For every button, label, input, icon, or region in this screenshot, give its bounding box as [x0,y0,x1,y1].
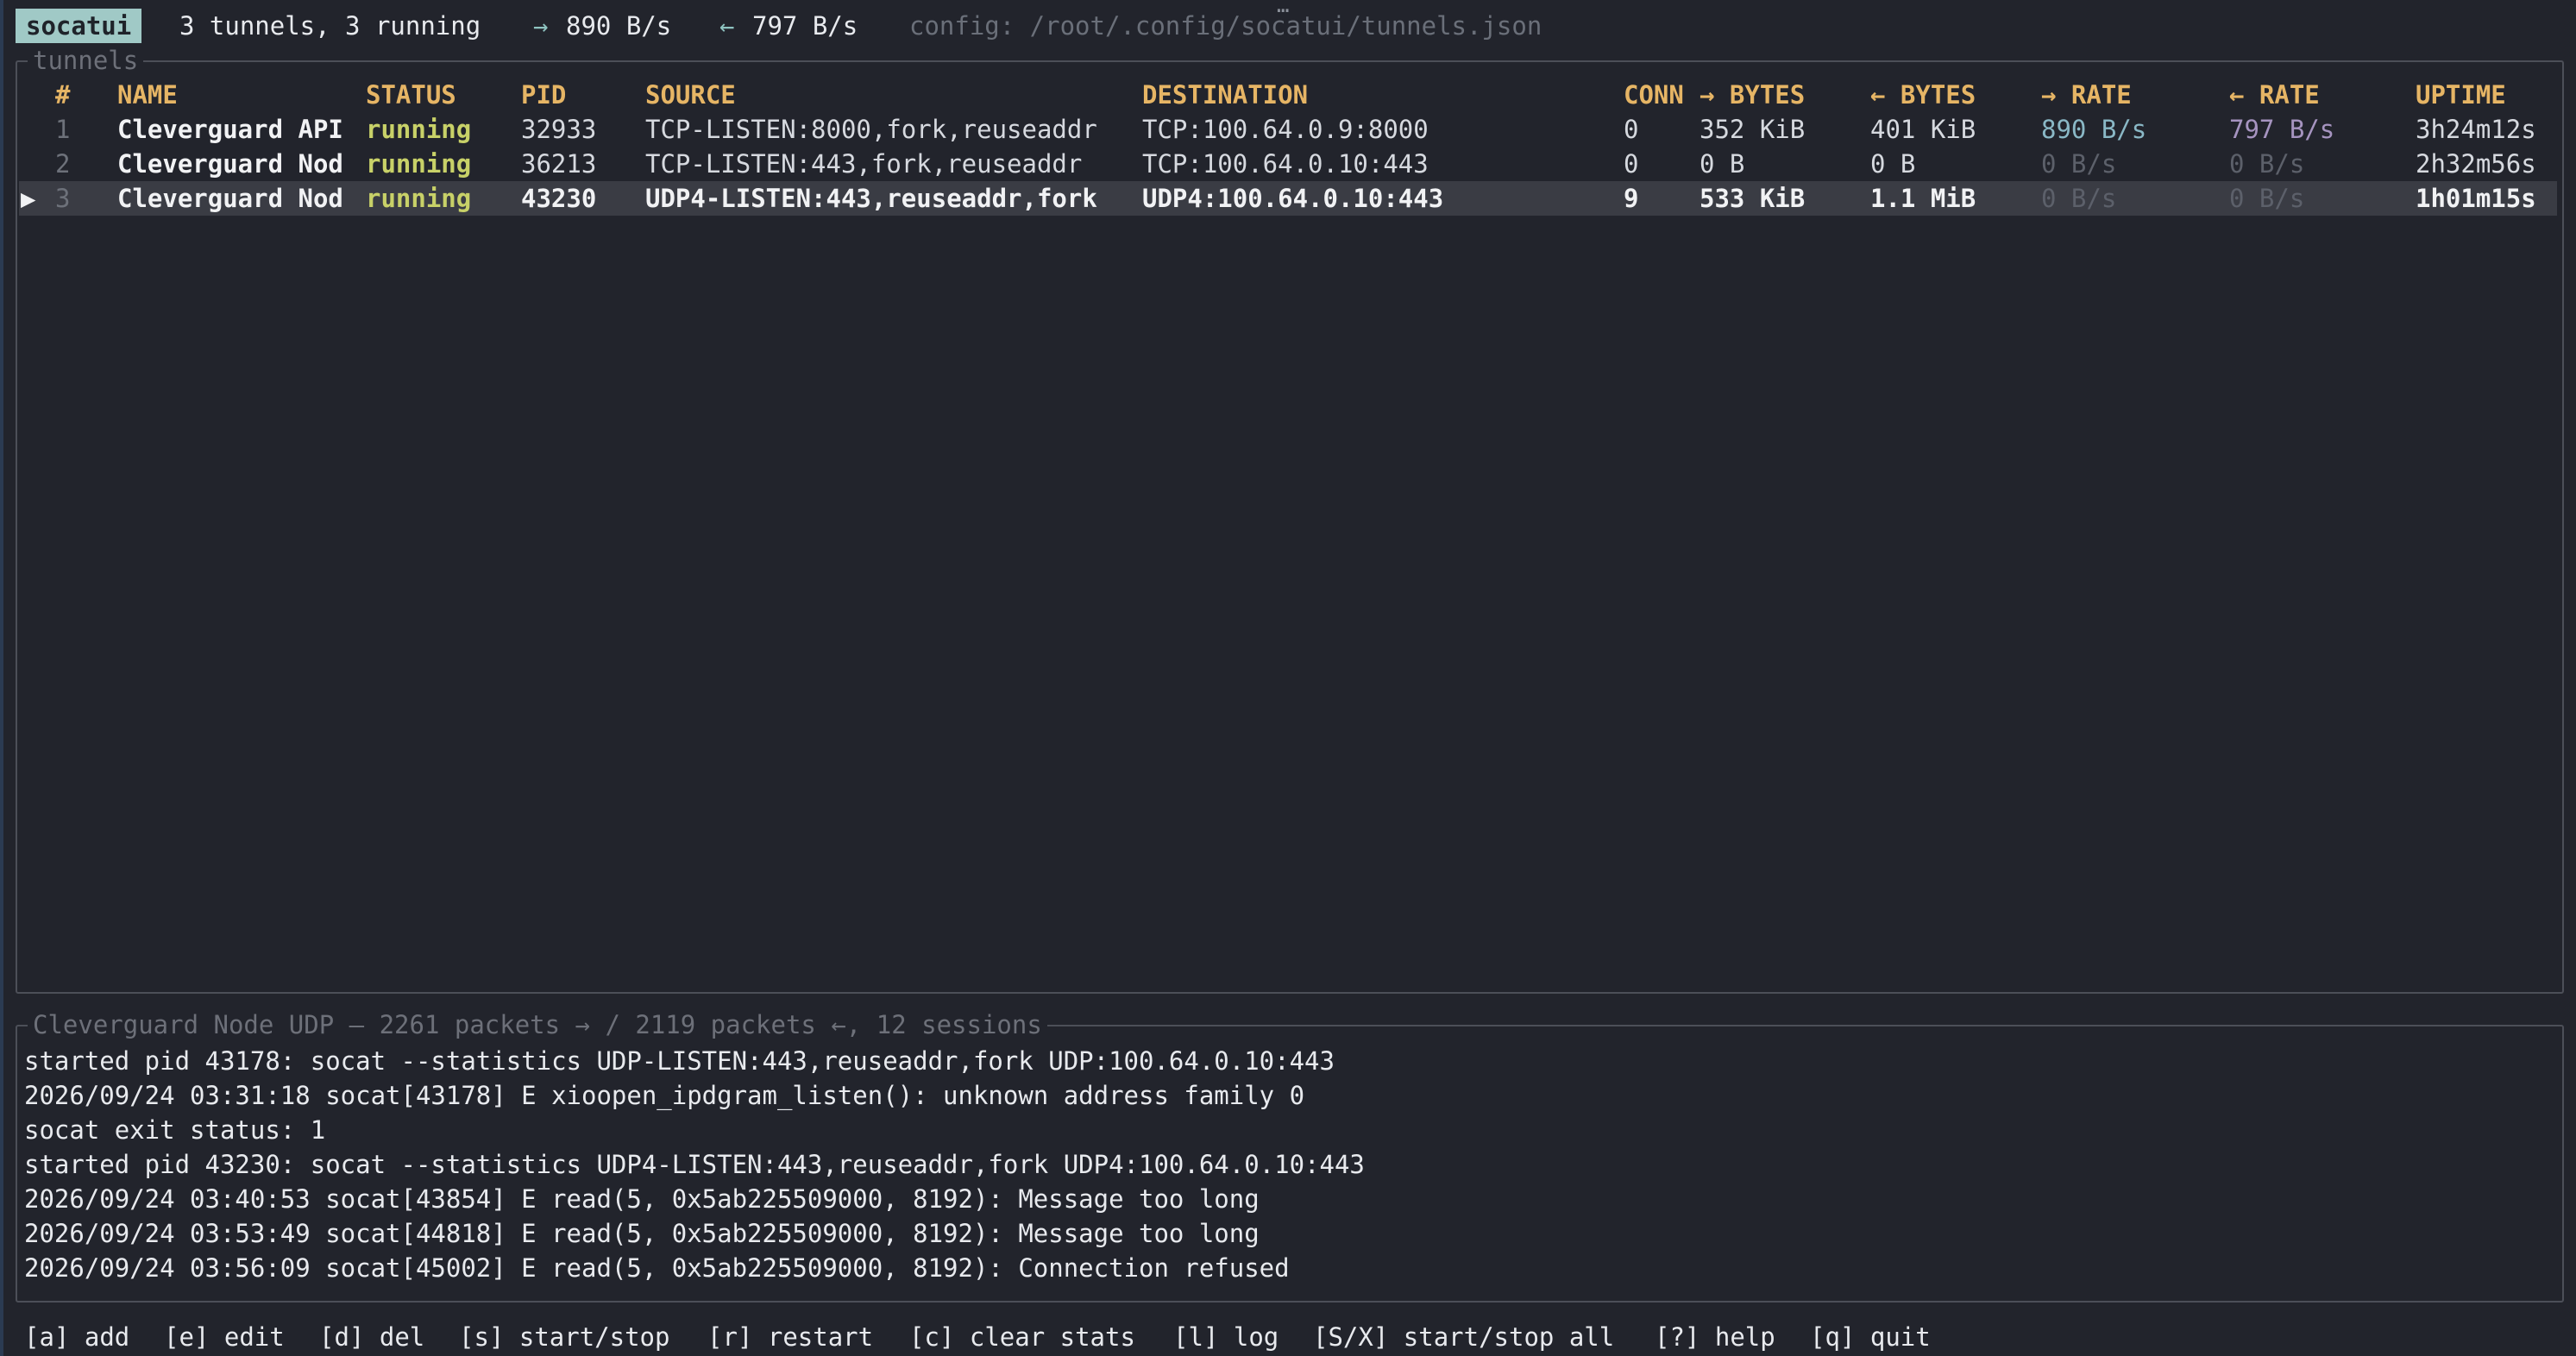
app-name-badge: socatui [16,9,142,43]
tunnel-name: Cleverguard Nod [117,149,343,179]
tunnel-destination: TCP:100.64.0.9:8000 [1142,115,1429,144]
col-source: SOURCE [645,80,736,110]
tunnel-uptime: 2h32m56s [2416,149,2536,179]
total-in-rate: 797 B/s [752,11,858,41]
tunnel-summary: 3 tunnels, 3 running [179,11,481,41]
log-panel-title: Cleverguard Node UDP — 2261 packets → / … [28,1008,1047,1042]
tunnel-source: TCP-LISTEN:443,fork,reuseaddr [645,149,1083,179]
col-pid: PID [521,80,567,110]
config-path: config: /root/.config/socatui/tunnels.js… [909,11,1542,41]
ellipsis-icon: … [1277,0,1290,17]
tunnel-destination: UDP4:100.64.0.10:443 [1142,184,1444,213]
tunnel-conn: 9 [1624,184,1639,213]
tunnel-out-rate: 0 B/s [2041,149,2117,179]
log-line: 2026/09/24 03:31:18 socat[43178] E xioop… [24,1081,1305,1110]
log-line: started pid 43178: socat --statistics UD… [24,1046,1335,1076]
tunnel-uptime: 1h01m15s [2416,184,2536,213]
key-start-stop-all-hint[interactable]: [S/X] start/stop all [1313,1320,1614,1354]
col-in-bytes: ← BYTES [1870,80,1976,110]
col-in-rate: ← RATE [2229,80,2320,110]
tunnel-uptime: 3h24m12s [2416,115,2536,144]
tunnel-pid: 36213 [521,149,597,179]
key-edit-hint[interactable]: [e] edit [164,1320,285,1354]
col-out-bytes: → BYTES [1700,80,1806,110]
keybinding-bar: [a] add [e] edit [d] del [s] start/stop … [24,1320,2560,1354]
tunnel-out-bytes: 0 B [1700,149,1745,179]
tunnel-name: Cleverguard Nod [117,184,343,213]
row-number: 3 [55,184,71,213]
tunnel-out-rate: 890 B/s [2041,115,2147,144]
status-badge: running [366,115,472,144]
tunnel-destination: TCP:100.64.0.10:443 [1142,149,1429,179]
tunnel-conn: 0 [1624,149,1639,179]
row-number: 2 [55,149,71,179]
tunnel-out-rate: 0 B/s [2041,184,2117,213]
col-status: STATUS [366,80,456,110]
tunnel-pid: 43230 [521,184,597,213]
log-line: 2026/09/24 03:56:09 socat[45002] E read(… [24,1253,1290,1283]
key-delete-hint[interactable]: [d] del [319,1320,424,1354]
col-destination: DESTINATION [1142,80,1309,110]
key-help-hint[interactable]: [?] help [1655,1320,1775,1354]
key-quit-hint[interactable]: [q] quit [1810,1320,1931,1354]
row-number: 1 [55,115,71,144]
out-arrow-icon: → [533,11,549,41]
in-arrow-icon: ← [719,11,735,41]
tunnel-in-rate: 0 B/s [2229,149,2305,179]
tunnel-in-bytes: 401 KiB [1870,115,1976,144]
tunnel-in-bytes: 1.1 MiB [1870,184,1976,213]
log-line: 2026/09/24 03:40:53 socat[43854] E read(… [24,1184,1260,1214]
tunnel-in-bytes: 0 B [1870,149,1916,179]
tunnels-panel-title: tunnels [28,43,144,78]
col-uptime: UPTIME [2416,80,2506,110]
tunnel-in-rate: 797 B/s [2229,115,2335,144]
total-out-rate: 890 B/s [566,11,672,41]
key-restart-hint[interactable]: [r] restart [707,1320,873,1354]
log-line: socat exit status: 1 [24,1115,326,1145]
status-badge: running [366,184,472,213]
tunnels-table-header: # NAME STATUS PID SOURCE DESTINATION CON… [0,78,2576,112]
tunnel-name: Cleverguard API [117,115,343,144]
tunnel-in-rate: 0 B/s [2229,184,2305,213]
log-line: started pid 43230: socat --statistics UD… [24,1150,1365,1179]
col-out-rate: → RATE [2041,80,2132,110]
table-row-selected[interactable]: ▶ 3 Cleverguard Nod running 43230 UDP4-L… [19,181,2557,216]
key-log-hint[interactable]: [l] log [1173,1320,1279,1354]
tunnel-out-bytes: 352 KiB [1700,115,1806,144]
tunnel-source: UDP4-LISTEN:443,reuseaddr,fork [645,184,1097,213]
status-badge: running [366,149,472,179]
tunnel-pid: 32933 [521,115,597,144]
key-start-stop-hint[interactable]: [s] start/stop [459,1320,669,1354]
log-line: 2026/09/24 03:53:49 socat[44818] E read(… [24,1219,1260,1248]
tunnel-out-bytes: 533 KiB [1700,184,1806,213]
table-row[interactable]: 1 Cleverguard API running 32933 TCP-LIST… [0,112,2576,147]
tunnel-conn: 0 [1624,115,1639,144]
col-conn: CONN [1624,80,1684,110]
selected-row-marker-icon: ▶ [21,184,36,213]
key-clear-stats-hint[interactable]: [c] clear stats [909,1320,1135,1354]
table-row[interactable]: 2 Cleverguard Nod running 36213 TCP-LIST… [0,147,2576,181]
col-name: NAME [117,80,178,110]
col-num: # [55,80,71,110]
key-add-hint[interactable]: [a] add [24,1320,129,1354]
tunnel-source: TCP-LISTEN:8000,fork,reuseaddr [645,115,1097,144]
